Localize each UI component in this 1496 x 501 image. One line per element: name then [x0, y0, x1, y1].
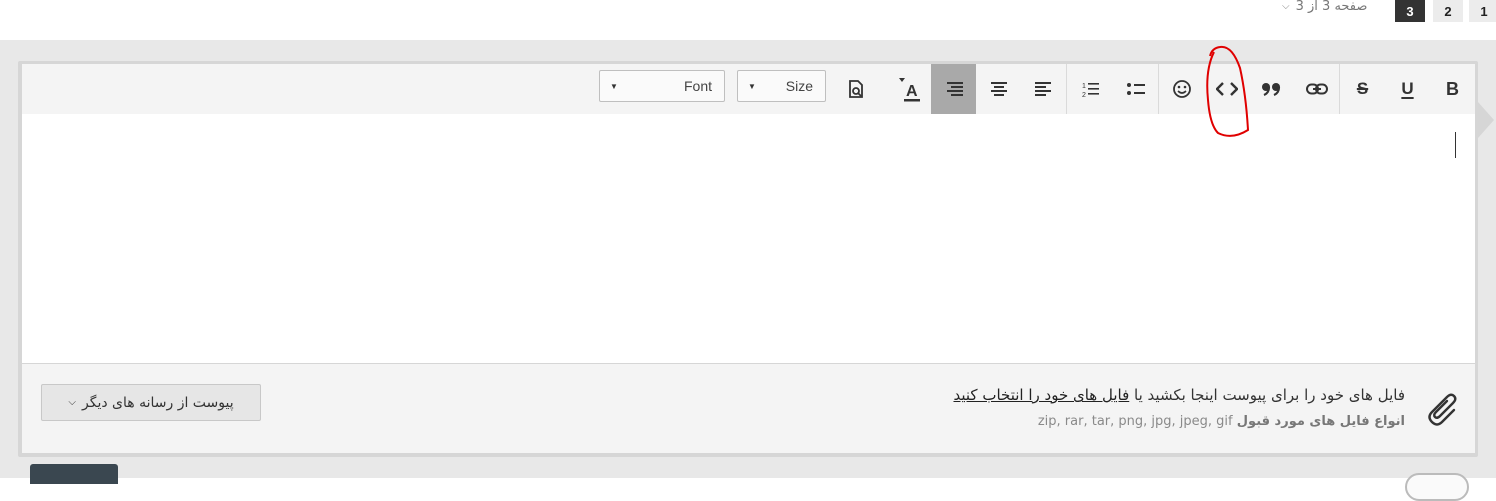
attachment-prompt-text: فایل های خود را برای پیوست اینجا بکشید ی… [1134, 386, 1405, 404]
unordered-list-icon [1126, 83, 1145, 95]
reply-area: ▼ Font ▼ Size A 1 2 S U B فایل های خود ر… [0, 40, 1496, 501]
quote-icon [1261, 83, 1280, 96]
page-count-label: صفحه 3 از 3 [1295, 0, 1368, 14]
strikethrough-button[interactable]: S [1340, 64, 1385, 114]
code-button[interactable] [1204, 64, 1249, 114]
attach-from-media-label: پیوست از رسانه های دیگر [81, 394, 234, 411]
align-right-button[interactable] [931, 64, 976, 114]
align-center-button[interactable] [976, 64, 1021, 114]
page-3-button[interactable]: 3 [1395, 0, 1425, 22]
preview-icon [848, 80, 863, 98]
svg-text:2: 2 [1082, 92, 1086, 97]
paperclip-icon [1428, 393, 1457, 426]
align-left-icon [1034, 82, 1051, 96]
preview-button[interactable] [833, 64, 878, 114]
underline-icon: U [1401, 79, 1414, 98]
align-center-icon [990, 82, 1007, 96]
ordered-list-icon: 1 2 [1082, 83, 1099, 97]
accepted-types: انواع فایل های مورد قبول zip, rar, tar, … [1038, 414, 1405, 429]
unordered-list-button[interactable] [1113, 64, 1158, 114]
dropdown-caret-icon: ▼ [748, 81, 756, 91]
link-icon [1305, 83, 1328, 95]
chevron-down-icon: ⌵ [1282, 0, 1290, 12]
smilie-button[interactable] [1159, 64, 1204, 114]
editor-toolbar: ▼ Font ▼ Size A 1 2 S U B [22, 64, 1475, 114]
accepted-types-label: انواع فایل های مورد قبول [1236, 414, 1405, 429]
bold-icon: B [1446, 78, 1459, 99]
svg-text:1: 1 [1082, 83, 1086, 90]
link-button[interactable] [1294, 64, 1339, 114]
underline-button[interactable]: U [1385, 64, 1430, 114]
accepted-types-value: zip, rar, tar, png, jpg, jpeg, gif [1037, 414, 1233, 429]
quote-button[interactable] [1249, 64, 1294, 114]
svg-text:A: A [906, 83, 918, 100]
attachment-prompt: فایل های خود را برای پیوست اینجا بکشید ی… [953, 386, 1405, 404]
page-1-button[interactable]: 1 [1469, 0, 1496, 22]
size-dropdown[interactable]: ▼ Size [737, 70, 826, 102]
align-left-button[interactable] [1021, 64, 1066, 114]
font-dropdown-label: Font [683, 78, 712, 94]
avatar-pointer [1478, 102, 1494, 138]
chevron-down-icon: ⌵ [68, 397, 76, 408]
smiley-icon [1172, 80, 1191, 98]
pagination: صفحه 3 از 3 ⌵ 3 2 1 [0, 0, 1496, 40]
dropdown-caret-icon: ▼ [610, 81, 618, 91]
bold-button[interactable]: B [1430, 64, 1475, 114]
choose-files-link[interactable]: فایل های خود را انتخاب کنید [953, 386, 1129, 404]
code-icon [1215, 82, 1238, 96]
align-right-icon [946, 82, 963, 96]
attach-from-media-button[interactable]: پیوست از رسانه های دیگر ⌵ [41, 384, 261, 421]
text-cursor [1455, 132, 1456, 158]
attachment-dropzone[interactable]: فایل های خود را برای پیوست اینجا بکشید ی… [22, 364, 1475, 453]
submit-button[interactable] [30, 464, 118, 484]
page-2-button[interactable]: 2 [1433, 0, 1463, 22]
font-dropdown[interactable]: ▼ Font [599, 70, 725, 102]
rich-text-editor: ▼ Font ▼ Size A 1 2 S U B فایل های خود ر… [18, 61, 1478, 457]
text-color-button[interactable]: A [886, 64, 931, 114]
toggle-switch[interactable] [1405, 473, 1469, 501]
toolbar-divider [1066, 64, 1067, 114]
page-selector[interactable]: صفحه 3 از 3 ⌵ [1282, 0, 1367, 15]
text-color-icon: A [898, 78, 920, 102]
message-textarea[interactable] [22, 114, 1475, 363]
ordered-list-button[interactable]: 1 2 [1068, 64, 1113, 114]
strikethrough-icon: S [1356, 79, 1369, 98]
size-dropdown-label: Size [785, 78, 813, 94]
